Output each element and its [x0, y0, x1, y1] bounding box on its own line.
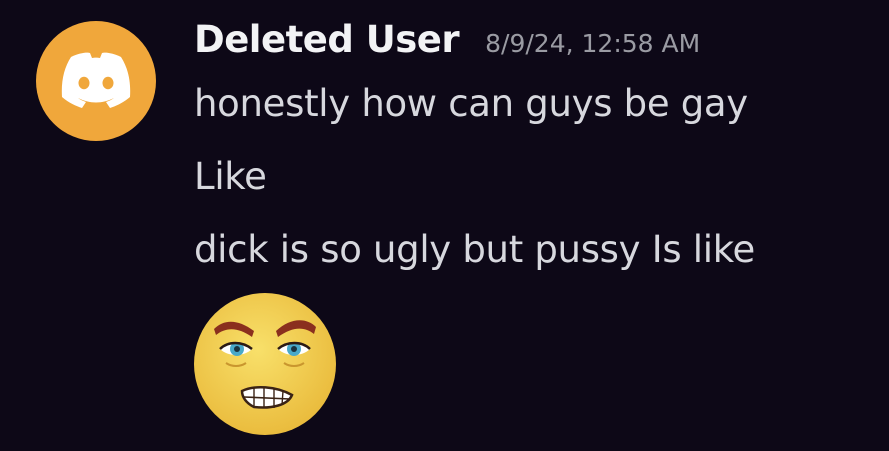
message-line: dick is so ugly but pussy Is like [194, 228, 755, 271]
chat-message: Deleted User 8/9/24, 12:58 AM honestly h… [0, 0, 889, 451]
timestamp[interactable]: 8/9/24, 12:58 AM [485, 29, 700, 58]
username[interactable]: Deleted User [194, 18, 460, 61]
avatar[interactable] [36, 21, 156, 141]
discord-logo-icon [61, 52, 131, 108]
message-header: Deleted User 8/9/24, 12:58 AM [194, 18, 700, 70]
message-line: Like [194, 155, 267, 198]
custom-emoji[interactable] [192, 291, 338, 437]
message-line: honestly how can guys be gay [194, 82, 748, 125]
smirking-face-emoji-icon [194, 293, 336, 435]
